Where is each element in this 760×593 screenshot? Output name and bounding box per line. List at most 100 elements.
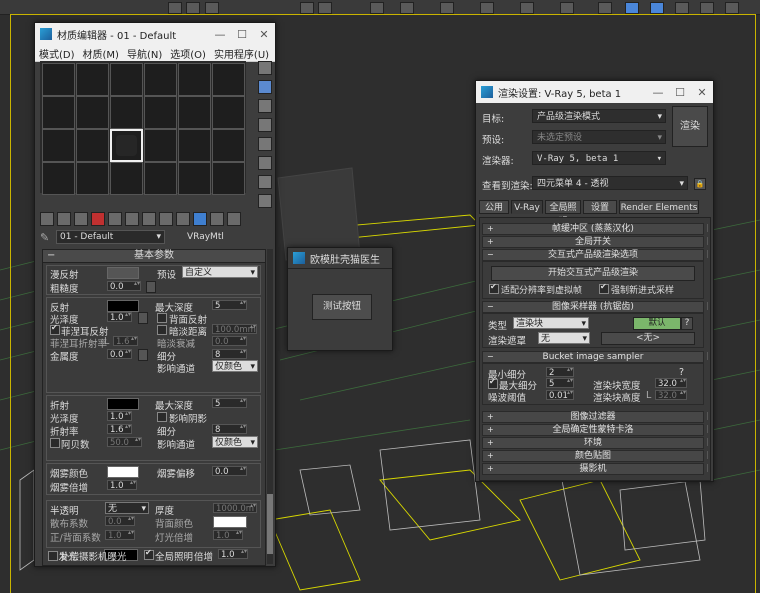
gloss-spinner[interactable]: 1.0: [107, 411, 132, 422]
front-back-spinner[interactable]: 1.0: [105, 530, 135, 541]
go-forward-icon[interactable]: [227, 212, 241, 226]
view-to-render-dropdown[interactable]: 四元菜单 4 - 透视: [532, 176, 688, 191]
material-slot[interactable]: [212, 63, 245, 96]
tab-common[interactable]: 公用: [479, 200, 509, 214]
material-id-icon[interactable]: [159, 212, 173, 226]
toolbar-button[interactable]: [205, 2, 219, 14]
close-icon[interactable]: ✕: [691, 86, 713, 99]
video-color-check-icon[interactable]: [258, 137, 272, 151]
toolbar-button[interactable]: [318, 2, 332, 14]
fresnel-ior-lock[interactable]: L: [104, 336, 109, 347]
render-button[interactable]: 渲染: [672, 106, 708, 147]
gi-checkbox[interactable]: [144, 548, 154, 560]
map-button[interactable]: [138, 312, 148, 324]
material-slot[interactable]: [144, 96, 177, 129]
make-unique-icon[interactable]: [125, 212, 139, 226]
assign-to-selection-icon[interactable]: [74, 212, 88, 226]
renderer-dropdown[interactable]: V-Ray 5, beta 1: [532, 151, 666, 166]
bucket-width-spinner[interactable]: 32.0: [655, 378, 687, 389]
global-switches-rollout[interactable]: 全局开关: [482, 236, 709, 248]
material-slot[interactable]: [42, 129, 75, 162]
help-button[interactable]: ?: [681, 317, 693, 330]
max-subdivs-checkbox[interactable]: [488, 377, 498, 389]
material-slot[interactable]: [178, 63, 211, 96]
noise-threshold-spinner[interactable]: 0.01: [546, 390, 574, 401]
dim-distance-checkbox[interactable]: [157, 325, 167, 335]
toolbar-button[interactable]: [370, 2, 384, 14]
fog-bias-spinner[interactable]: 0.0: [212, 466, 247, 477]
back-color-swatch[interactable]: [213, 516, 247, 528]
material-slot[interactable]: [76, 162, 109, 195]
reflect-swatch[interactable]: [107, 300, 139, 312]
get-material-icon[interactable]: [40, 212, 54, 226]
frame-buffer-rollout[interactable]: 帧缓冲区 (蒸蒸汉化): [482, 223, 709, 235]
environment-rollout[interactable]: 环境: [482, 437, 709, 449]
material-slot[interactable]: [178, 96, 211, 129]
close-icon[interactable]: ✕: [253, 28, 275, 41]
material-slot[interactable]: [76, 96, 109, 129]
abbe-spinner[interactable]: 50.0: [107, 437, 142, 448]
material-slot[interactable]: [178, 129, 211, 162]
light-mult-spinner[interactable]: 1.0: [213, 530, 243, 541]
toolbar-button[interactable]: [480, 2, 494, 14]
fog-multiplier-spinner[interactable]: 1.0: [107, 480, 137, 491]
material-slot[interactable]: [212, 129, 245, 162]
roughness-spinner[interactable]: 0.0: [107, 281, 141, 292]
reset-map-icon[interactable]: [91, 212, 105, 226]
toolbar-button[interactable]: [520, 2, 534, 14]
put-to-scene-icon[interactable]: [57, 212, 71, 226]
rollout-header[interactable]: − 基本参数: [43, 250, 265, 263]
mask-object-button[interactable]: <无>: [601, 332, 695, 345]
material-slot-selected[interactable]: [110, 129, 143, 162]
material-slot[interactable]: [42, 96, 75, 129]
material-slot[interactable]: [144, 162, 177, 195]
maximize-icon[interactable]: ☐: [669, 86, 691, 99]
image-filter-rollout[interactable]: 图像过滤器: [482, 411, 709, 423]
force-progressive-checkbox[interactable]: [599, 282, 609, 294]
test-button[interactable]: 测试按钮: [312, 294, 372, 320]
toolbar-button[interactable]: [700, 2, 714, 14]
material-slot[interactable]: [144, 129, 177, 162]
translucency-type-dropdown[interactable]: 无: [105, 502, 149, 515]
sample-type-icon[interactable]: [258, 61, 272, 75]
material-slot[interactable]: [110, 162, 143, 195]
scrollbar-thumb[interactable]: [267, 494, 273, 554]
sampler-type-dropdown[interactable]: 渲染块: [513, 317, 589, 330]
menu-mode[interactable]: 模式(D): [35, 46, 79, 61]
material-slot[interactable]: [212, 96, 245, 129]
back-reflect-checkbox[interactable]: [157, 313, 167, 323]
dim-falloff-spinner[interactable]: 0.0: [212, 336, 247, 347]
max-depth-spinner[interactable]: 5: [212, 398, 247, 409]
toolbar-button[interactable]: [560, 2, 574, 14]
render-frame-icon[interactable]: [650, 2, 664, 14]
bucket-height-spinner[interactable]: 32.0: [655, 390, 687, 401]
toolbar-button[interactable]: [725, 2, 739, 14]
toolbar-button[interactable]: [400, 2, 414, 14]
target-dropdown[interactable]: 产品级渲染模式: [532, 109, 666, 124]
tab-render-elements[interactable]: Render Elements: [619, 200, 699, 214]
tab-gi[interactable]: 全局照明: [545, 200, 581, 227]
preset-dropdown[interactable]: 未选定预设: [532, 130, 666, 145]
menu-navigation[interactable]: 导航(N): [123, 46, 166, 61]
scatter-spinner[interactable]: 0.0: [105, 516, 135, 527]
make-preview-icon[interactable]: [258, 156, 272, 170]
min-subdivs-spinner[interactable]: 2: [546, 367, 574, 378]
preset-dropdown[interactable]: 自定义: [182, 266, 258, 279]
select-by-material-icon[interactable]: [258, 194, 272, 208]
toolbar-button[interactable]: [440, 2, 454, 14]
metalness-spinner[interactable]: 0.0: [107, 349, 132, 360]
fresnel-checkbox[interactable]: [50, 323, 60, 335]
diffuse-swatch[interactable]: [107, 267, 139, 279]
tab-settings[interactable]: 设置: [583, 200, 617, 214]
material-slot[interactable]: [42, 63, 75, 96]
ipr-options-rollout[interactable]: 交互式产品级渲染选项: [482, 249, 709, 261]
fog-color-swatch[interactable]: [107, 466, 139, 478]
material-slot[interactable]: [42, 162, 75, 195]
material-slot[interactable]: [178, 162, 211, 195]
affect-channels-dropdown[interactable]: 仅颜色: [212, 436, 258, 449]
default-button[interactable]: 默认: [633, 317, 681, 330]
material-slot[interactable]: [110, 63, 143, 96]
render-setup-titlebar[interactable]: 渲染设置: V-Ray 5, beta 1 — ☐ ✕: [476, 81, 713, 103]
put-to-library-icon[interactable]: [142, 212, 156, 226]
thickness-spinner[interactable]: 1000.0m: [213, 503, 257, 514]
